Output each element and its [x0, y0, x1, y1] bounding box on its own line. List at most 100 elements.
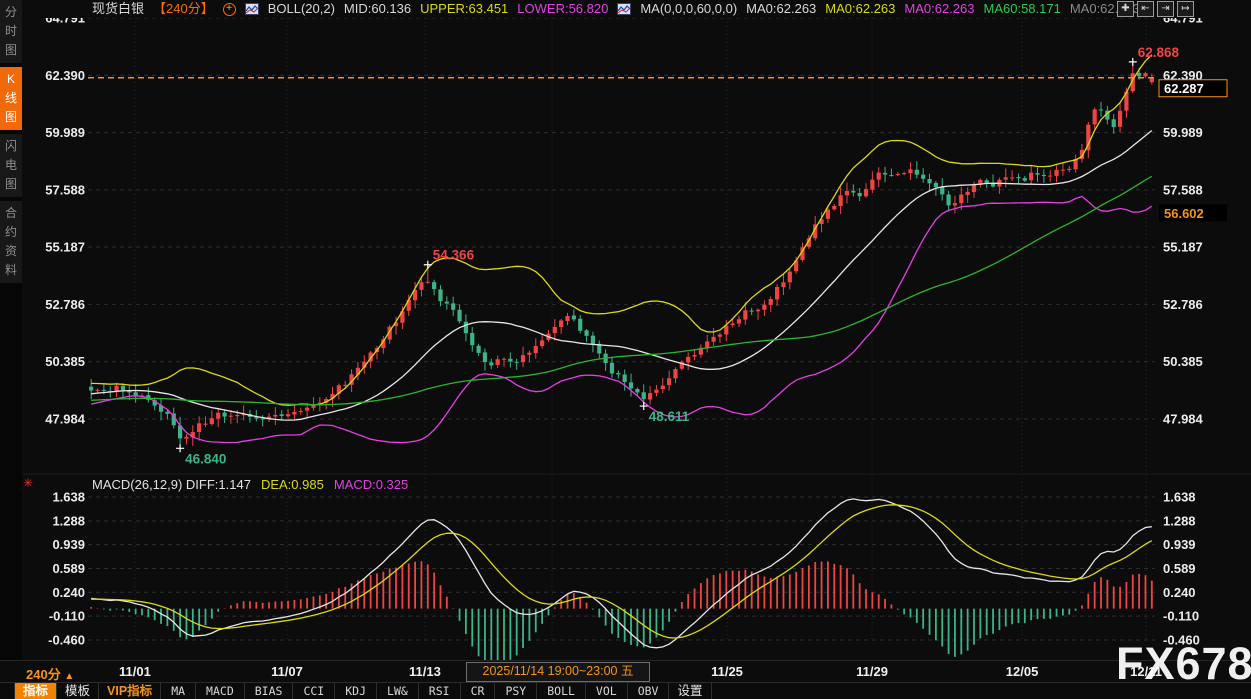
svg-text:56.602: 56.602	[1164, 206, 1204, 221]
svg-text:-0.460: -0.460	[48, 632, 85, 647]
period-selector[interactable]: 240分 ▲	[26, 664, 74, 683]
svg-text:59.989: 59.989	[45, 125, 85, 140]
tab-char: 分	[0, 3, 22, 22]
tab-char: K	[0, 70, 22, 89]
chart-toolbar-icons: ✚⇤⇥↦	[1117, 1, 1194, 17]
svg-text:62.287: 62.287	[1164, 81, 1204, 96]
toolbar-button-PSY[interactable]: PSY	[495, 683, 537, 699]
extreme-cross-icon	[176, 444, 184, 452]
svg-text:55.187: 55.187	[45, 240, 85, 255]
sidebar-tab-合约资料[interactable]: 合约资料	[0, 201, 22, 283]
toolbar-button-CCI[interactable]: CCI	[293, 683, 335, 699]
tab-char: 图	[0, 41, 22, 60]
svg-text:50.385: 50.385	[1163, 354, 1203, 369]
svg-text:47.984: 47.984	[45, 412, 86, 427]
tab-char: 合	[0, 204, 22, 223]
sidebar: 分时图K线图闪电图合约资料	[0, 0, 22, 699]
extreme-price-label: 46.840	[185, 451, 226, 466]
svg-text:62.390: 62.390	[45, 68, 85, 83]
grid-layer	[22, 18, 1251, 640]
x-axis-tick: 11/25	[697, 664, 757, 679]
pan-right-icon[interactable]: ↦	[1177, 1, 1194, 17]
app-window: 分时图K线图闪电图合约资料 现货白银【240分】+BOLL(20,2)MID:6…	[0, 0, 1251, 699]
extreme-price-label: 62.868	[1138, 45, 1180, 60]
tab-char: 资	[0, 242, 22, 261]
x-axis-tick: 11/13	[395, 664, 455, 679]
extreme-cross-icon	[640, 402, 648, 410]
toolbar-button-KDJ[interactable]: KDJ	[335, 683, 377, 699]
axis-labels-layer: 64.79164.79162.39062.39059.98959.98957.5…	[45, 18, 1203, 647]
svg-text:1.288: 1.288	[52, 513, 85, 528]
toolbar-button-MA[interactable]: MA	[161, 683, 196, 699]
x-axis-tick: 11/07	[257, 664, 317, 679]
x-axis-tick: 12/05	[992, 664, 1052, 679]
svg-text:0.589: 0.589	[1163, 561, 1196, 576]
selected-candle-datetime: 2025/11/14 19:00~23:00 五	[466, 662, 650, 682]
toolbar-button-RSI[interactable]: RSI	[419, 683, 461, 699]
svg-text:55.187: 55.187	[1163, 240, 1203, 255]
svg-text:0.939: 0.939	[52, 537, 85, 552]
extreme-cross-icon	[424, 261, 432, 269]
zoom-in-icon[interactable]: ⇥	[1157, 1, 1174, 17]
ma60-value: MA60:58.171	[984, 0, 1061, 18]
toolbar-button-LW&[interactable]: LW&	[377, 683, 419, 699]
toolbar-button-CR[interactable]: CR	[461, 683, 496, 699]
toolbar-button-VIP指标[interactable]: VIP指标	[99, 683, 161, 699]
sidebar-tab-分时图[interactable]: 分时图	[0, 0, 22, 63]
svg-text:50.385: 50.385	[45, 354, 85, 369]
kline-chart[interactable]: 64.79164.79162.39062.39059.98959.98957.5…	[22, 18, 1251, 660]
ma-name: MA(0,0,0,60,0,0)	[640, 0, 737, 18]
boll-name: BOLL(20,2)	[268, 0, 335, 18]
tab-char: 约	[0, 223, 22, 242]
boll-mid-value: MID:60.136	[344, 0, 411, 18]
macd-header: MACD(26,12,9) DIFF:1.147 DEA:0.985 MACD:0.…	[92, 477, 418, 492]
svg-text:-0.110: -0.110	[49, 609, 85, 624]
zoom-out-icon[interactable]: ⇤	[1137, 1, 1154, 17]
svg-text:64.791: 64.791	[45, 18, 85, 26]
svg-text:52.786: 52.786	[45, 297, 85, 312]
collapse-indicator-icon[interactable]: +	[223, 3, 236, 16]
macd-header-part-1: DEA:0.985	[261, 477, 324, 492]
svg-text:0.589: 0.589	[52, 561, 85, 576]
toolbar-button-模板[interactable]: 模板	[57, 683, 99, 699]
bottom-toolbar: 指标模板VIP指标MAMACDBIASCCIKDJLW&RSICRPSYBOLL…	[0, 682, 1251, 699]
extreme-cross-icon	[1129, 58, 1137, 66]
svg-text:-0.460: -0.460	[1163, 632, 1200, 647]
boll-lower-value: LOWER:56.820	[517, 0, 608, 18]
toolbar-button-BOLL[interactable]: BOLL	[537, 683, 586, 699]
toolbar-button-VOL[interactable]: VOL	[586, 683, 628, 699]
sidebar-tab-闪电图[interactable]: 闪电图	[0, 134, 22, 197]
overlay-lines-layer	[91, 55, 1152, 443]
tab-char: 电	[0, 156, 22, 175]
period-label: 【240分】	[153, 0, 214, 18]
svg-text:47.984: 47.984	[1163, 412, 1204, 427]
tab-char: 闪	[0, 137, 22, 156]
ma0-value-3: MA0:62.263	[904, 0, 974, 18]
boll-upper-value: UPPER:63.451	[420, 0, 508, 18]
indicator-icon	[617, 3, 631, 15]
tab-char: 时	[0, 22, 22, 41]
toolbar-button-设置[interactable]: 设置	[669, 683, 711, 699]
tab-char: 线	[0, 89, 22, 108]
toolbar-button-指标[interactable]: 指标	[14, 683, 57, 699]
sidebar-tab-K线图[interactable]: K线图	[0, 67, 22, 130]
toolbar-button-OBV[interactable]: OBV	[628, 683, 670, 699]
macd-header-part-2: MACD:0.325	[334, 477, 408, 492]
extreme-price-label: 48.611	[649, 409, 690, 424]
x-axis-tick: 11/01	[105, 664, 165, 679]
svg-text:0.240: 0.240	[1163, 585, 1196, 600]
alert-icon[interactable]: ✳	[23, 476, 33, 490]
tab-char: 料	[0, 261, 22, 280]
svg-text:0.939: 0.939	[1163, 537, 1196, 552]
toolbar-button-BIAS[interactable]: BIAS	[245, 683, 294, 699]
toolbar-button-MACD[interactable]: MACD	[196, 683, 245, 699]
svg-text:57.588: 57.588	[1163, 182, 1203, 197]
crosshair-icon[interactable]: ✚	[1117, 1, 1134, 17]
macd-header-part-0: MACD(26,12,9) DIFF:1.147	[92, 477, 251, 492]
tab-char: 图	[0, 108, 22, 127]
svg-text:-0.110: -0.110	[1163, 609, 1199, 624]
macd-layer	[91, 499, 1152, 660]
x-axis-tick: 11/29	[842, 664, 902, 679]
indicator-header-bar: 现货白银【240分】+BOLL(20,2)MID:60.136UPPER:63.…	[22, 0, 1251, 18]
ma0-value-1: MA0:62.263	[746, 0, 816, 18]
